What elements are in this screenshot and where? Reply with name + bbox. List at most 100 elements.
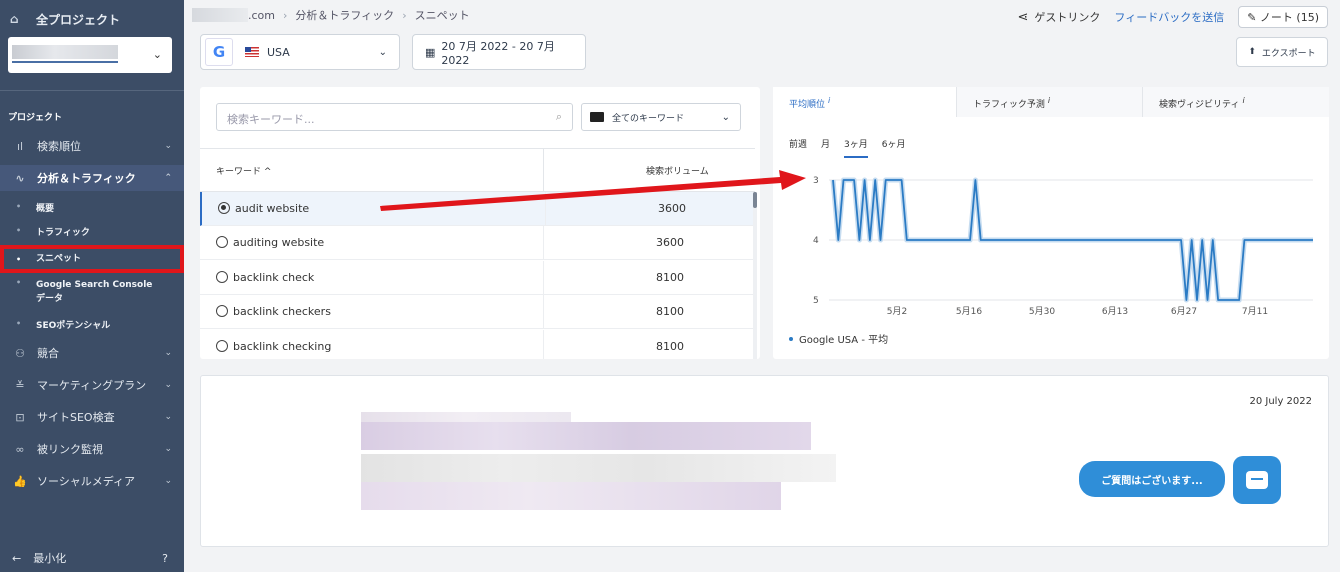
sidebar-item-analytics[interactable]: ∿ 分析＆トラフィック ⌃: [0, 165, 184, 191]
notes-button[interactable]: ✎ ノート (15): [1238, 6, 1328, 28]
sidebar-item-backlinks[interactable]: ∞ 被リンク監視 ⌄: [0, 436, 184, 462]
bullet-icon: •: [16, 254, 22, 264]
tab-label: トラフィック予測: [973, 100, 1045, 110]
keyword-cell: backlink checkers: [233, 305, 331, 318]
radio-button[interactable]: [216, 271, 228, 283]
tab-avg-position[interactable]: 平均順位 i: [773, 87, 957, 117]
divider: [0, 90, 184, 91]
breadcrumb-snippets: スニペット: [414, 9, 470, 22]
keyword-search-input[interactable]: 検索キーワード... ⌕: [216, 103, 573, 131]
sidebar-item-label: 被リンク監視: [37, 443, 103, 456]
table-row[interactable]: auditing website 3600: [200, 226, 755, 260]
table-row[interactable]: backlink checkers 8100: [200, 295, 755, 329]
chat-prompt-bubble[interactable]: ご質問はございます...: [1079, 461, 1225, 497]
radio-button[interactable]: [216, 305, 228, 317]
breadcrumb-analytics[interactable]: 分析＆トラフィック: [295, 7, 394, 23]
sidebar-item-social[interactable]: 👍 ソーシャルメディア ⌄: [0, 468, 184, 494]
column-divider: [543, 330, 544, 359]
sidebar-subitem-traffic[interactable]: • トラフィック: [0, 226, 184, 240]
chat-prompt-text: ご質問はございます...: [1101, 475, 1203, 487]
x-tick-label: 7月11: [1242, 306, 1268, 317]
chevron-right-icon: ›: [402, 8, 407, 22]
tab-traffic-forecast[interactable]: トラフィック予測 i: [957, 87, 1143, 117]
sidebar-item-label: 競合: [37, 347, 59, 360]
sidebar-subitem-overview[interactable]: • 概要: [0, 202, 184, 216]
chevron-down-icon: ⌄: [378, 46, 387, 58]
keyword-panel: 検索キーワード... ⌕ 全てのキーワード ⌄ キーワード ^ 検索ボリューム …: [200, 87, 760, 359]
chevron-down-icon: ⌄: [152, 48, 162, 61]
users-icon: ⚇: [15, 346, 25, 360]
guest-link-button[interactable]: ⋖ ゲストリンク: [1018, 9, 1101, 25]
series-line-shadow: [830, 177, 1313, 303]
chat-button[interactable]: [1233, 456, 1281, 504]
chart-tabs: 平均順位 i トラフィック予測 i 検索ヴィジビリティ i: [773, 87, 1329, 117]
sidebar-item-competitors[interactable]: ⚇ 競合 ⌄: [0, 340, 184, 366]
keyword-folder-select[interactable]: 全てのキーワード ⌄: [581, 103, 741, 131]
keyword-cell: audit website: [235, 202, 310, 215]
series-line: [832, 179, 1313, 301]
breadcrumb: .com › 分析＆トラフィック › スニペット: [192, 7, 470, 23]
arrow-left-icon: ←: [12, 551, 22, 565]
period-6months[interactable]: 6ヶ月: [882, 137, 906, 158]
date-range-picker[interactable]: ▦ 20 7月 2022 - 20 7月 2022: [412, 34, 586, 70]
sidebar-item-label: サイトSEO検査: [37, 411, 115, 424]
column-header-keyword[interactable]: キーワード ^: [216, 164, 271, 177]
keyword-table-header: キーワード ^ 検索ボリューム: [200, 148, 755, 193]
sidebar-subitem-label: スニペット: [36, 254, 82, 264]
project-select[interactable]: ⌄: [8, 37, 172, 73]
x-tick-label: 6月27: [1171, 306, 1197, 317]
minimize-sidebar-button[interactable]: ← 最小化 ?: [0, 544, 184, 572]
all-projects-link[interactable]: ⌂ 全プロジェクト: [0, 0, 184, 38]
chat-icon: [1246, 471, 1268, 489]
sidebar-subitem-snippets[interactable]: • スニペット: [0, 245, 184, 273]
sidebar-item-label: 分析＆トラフィック: [37, 172, 136, 185]
period-selector: 前週 月 3ヶ月 6ヶ月: [789, 137, 906, 158]
table-row[interactable]: backlink checking 8100: [200, 330, 755, 359]
snippet-redacted: [361, 482, 781, 510]
help-icon[interactable]: ?: [162, 552, 168, 565]
period-3months[interactable]: 3ヶ月: [844, 137, 868, 158]
sidebar-item-site-audit[interactable]: ⊡ サイトSEO検査 ⌄: [0, 404, 184, 430]
snippet-redacted: [361, 454, 836, 482]
folder-label: 全てのキーワード: [612, 113, 685, 124]
snippet-date: 20 July 2022: [1249, 396, 1312, 407]
radio-button[interactable]: [218, 202, 230, 214]
sidebar-item-marketing-plan[interactable]: ≚ マーケティングプラン ⌄: [0, 372, 184, 398]
export-button[interactable]: ⬆ エクスポート: [1236, 37, 1328, 67]
search-placeholder: 検索キーワード...: [227, 113, 315, 126]
table-row[interactable]: backlink check 8100: [200, 261, 755, 295]
scrollbar-thumb[interactable]: [753, 192, 757, 208]
all-projects-label: 全プロジェクト: [36, 12, 121, 27]
table-row[interactable]: audit website 3600: [200, 192, 755, 226]
search-engine-select[interactable]: G USA ⌄: [200, 34, 400, 70]
x-tick-label: 5月30: [1029, 306, 1055, 317]
sidebar-item-label: ソーシャルメディア: [37, 475, 136, 488]
chevron-down-icon: ⌄: [164, 348, 172, 358]
minimize-label: 最小化: [33, 552, 67, 565]
period-month[interactable]: 月: [821, 137, 830, 158]
column-divider: [543, 295, 544, 329]
thumbs-up-icon: 👍: [13, 474, 27, 488]
sidebar-subitem-gsc[interactable]: • Google Search Console データ: [0, 278, 184, 306]
period-week[interactable]: 前週: [789, 137, 807, 158]
keyword-cell: backlink check: [233, 271, 315, 284]
tab-visibility[interactable]: 検索ヴィジビリティ i: [1143, 87, 1329, 117]
radio-button[interactable]: [216, 340, 228, 352]
column-header-volume[interactable]: 検索ボリューム: [646, 164, 709, 177]
upload-icon: ⬆: [1248, 47, 1256, 57]
folder-icon: [590, 112, 604, 122]
chevron-down-icon: ⌄: [164, 380, 172, 390]
notes-label: ノート (15): [1259, 11, 1319, 24]
column-divider: [543, 149, 544, 193]
x-tick-label: 6月13: [1102, 306, 1128, 317]
sidebar-subitem-seo-potential[interactable]: • SEOポテンシャル: [0, 319, 184, 333]
feedback-link[interactable]: フィードバックを送信: [1114, 9, 1224, 25]
chevron-up-icon: ⌃: [164, 173, 172, 183]
scrollbar[interactable]: [753, 192, 757, 359]
search-icon: ⌕: [555, 110, 562, 123]
radio-button[interactable]: [216, 236, 228, 248]
breadcrumb-domain[interactable]: .com: [248, 9, 275, 22]
sidebar-item-rankings[interactable]: ıl 検索順位 ⌄: [0, 133, 184, 159]
chart-legend: Google USA - 平均: [789, 331, 888, 346]
info-icon: i: [828, 96, 831, 105]
